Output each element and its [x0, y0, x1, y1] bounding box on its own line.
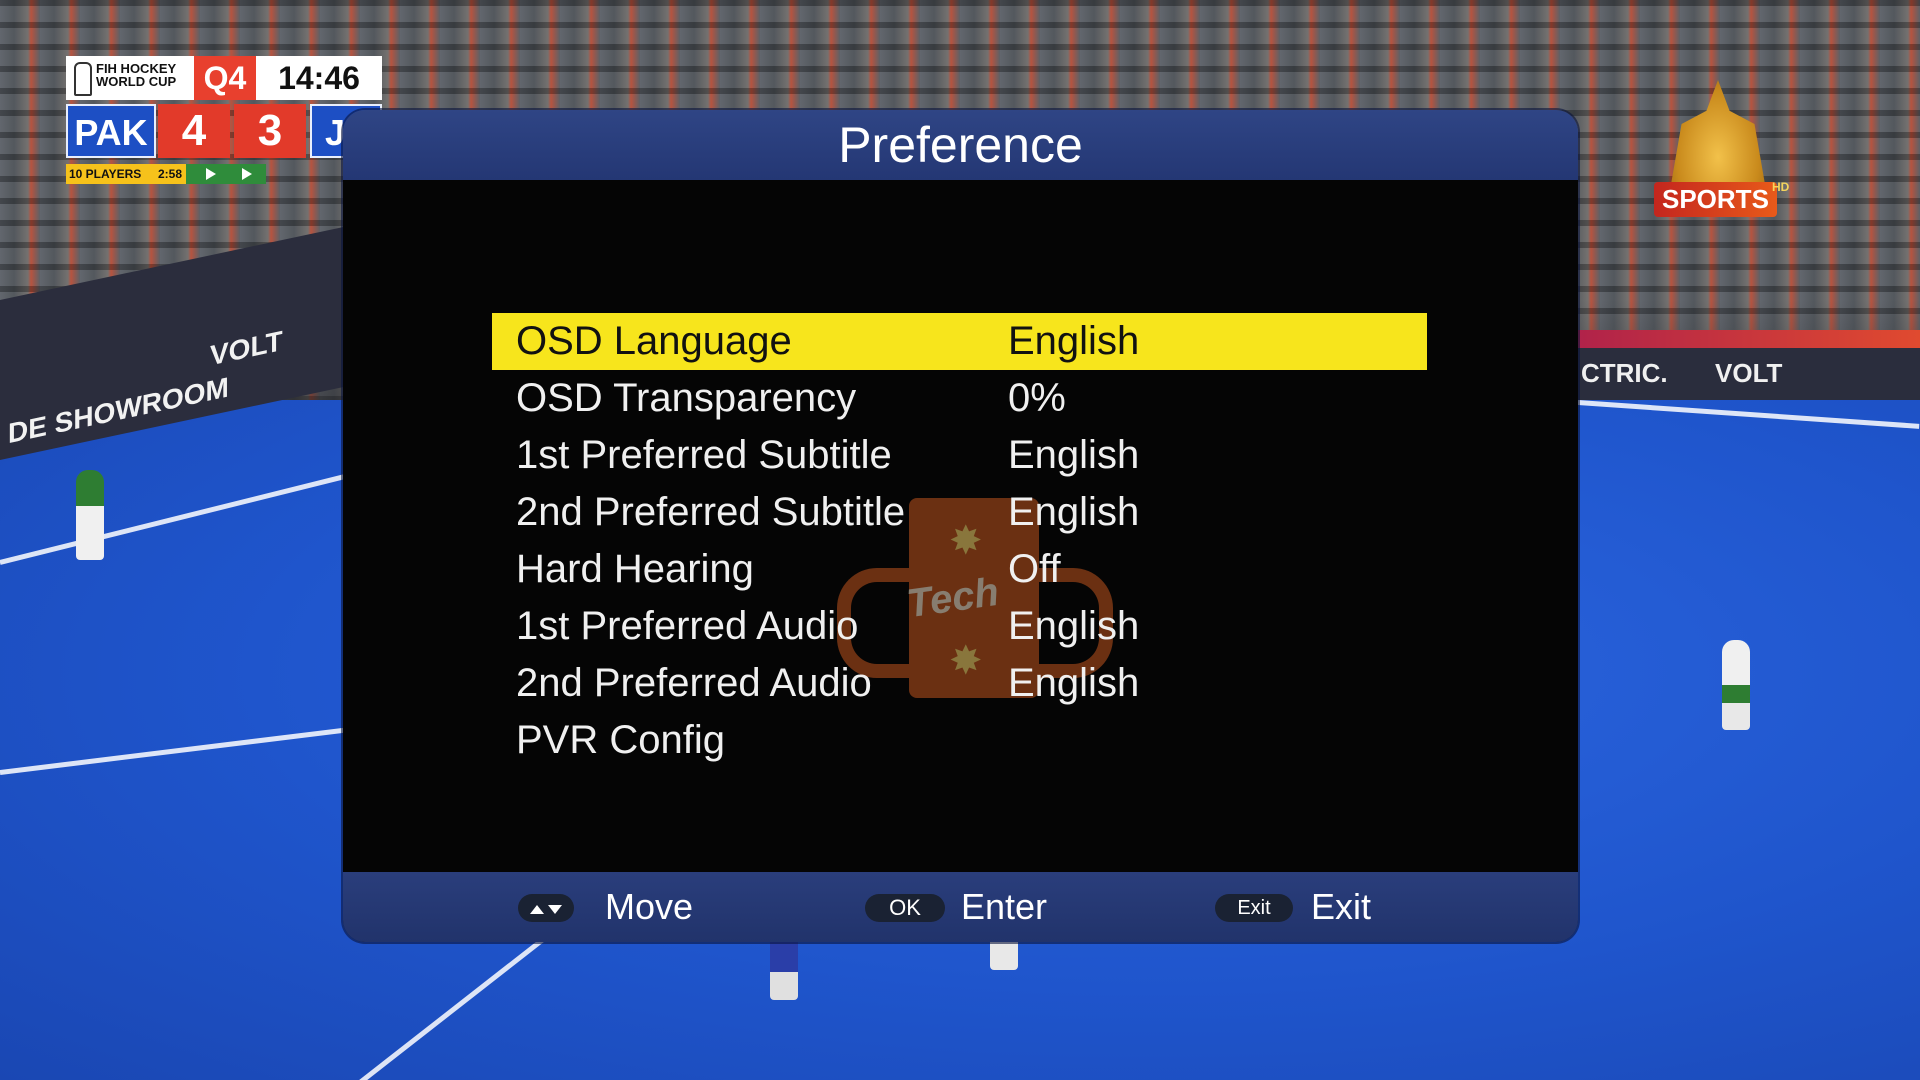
menu-item-1st-preferred-audio[interactable]: 1st Preferred Audio English — [492, 598, 1427, 655]
dialog-body: ✸ ✸ Tech OSD Language English OSD Transp… — [343, 180, 1578, 942]
channel-hd-badge: HD — [1772, 180, 1790, 194]
menu-item-hard-hearing[interactable]: Hard Hearing Off — [492, 541, 1427, 598]
home-score: 4 — [158, 104, 230, 158]
pitch-line — [1577, 400, 1920, 429]
menu-item-label: 1st Preferred Audio — [516, 604, 859, 648]
board-text: VOLT — [1715, 358, 1783, 388]
home-team: PAK — [66, 104, 156, 158]
board-text: VOLT — [210, 324, 283, 372]
menu-item-value: English — [1008, 319, 1140, 363]
play-icon — [206, 168, 216, 180]
quarter-indicator: Q4 — [194, 56, 256, 100]
channel-logo-text: SPORTS — [1654, 182, 1777, 217]
menu-item-label: OSD Language — [516, 319, 792, 363]
exit-hint-label: Exit — [1311, 886, 1372, 927]
trophy-icon — [74, 62, 92, 96]
channel-logo: SPORTS HD — [1648, 80, 1790, 230]
game-clock: 14:46 — [256, 56, 382, 100]
preference-dialog: Preference ✸ ✸ Tech OSD Language English… — [343, 110, 1578, 942]
away-score: 3 — [234, 104, 306, 158]
menu-item-value: English — [1008, 661, 1140, 705]
strip-time: 2:58 — [158, 167, 183, 181]
arrow-down-icon — [548, 904, 562, 914]
menu-item-label: 2nd Preferred Audio — [516, 661, 872, 705]
board-text: CTRIC. — [1581, 358, 1668, 388]
player-figure — [1722, 640, 1750, 730]
menu-item-value: English — [1008, 433, 1140, 477]
tv-screen: DE SHOWROOM VOLT CTRIC. VOLT FIH HOCKEY … — [0, 0, 1920, 1080]
menu-item-2nd-preferred-subtitle[interactable]: 2nd Preferred Subtitle English — [492, 484, 1427, 541]
menu-item-label: 2nd Preferred Subtitle — [516, 490, 906, 534]
menu-item-value: English — [1008, 604, 1140, 648]
move-hint-label: Move — [605, 886, 694, 927]
menu-item-value: 0% — [1008, 376, 1066, 420]
dialog-title: Preference — [838, 117, 1083, 173]
event-logo: FIH HOCKEY WORLD CUP — [66, 56, 194, 100]
preference-menu: OSD Language English OSD Transparency 0%… — [492, 313, 1427, 769]
enter-hint-label: Enter — [961, 886, 1048, 927]
crown-icon — [1670, 80, 1766, 190]
arrow-up-icon — [530, 904, 544, 914]
menu-item-label: 1st Preferred Subtitle — [516, 433, 892, 477]
exit-key-button[interactable]: Exit — [1215, 894, 1293, 922]
menu-item-2nd-preferred-audio[interactable]: 2nd Preferred Audio English — [492, 655, 1427, 712]
play-icon — [242, 168, 252, 180]
menu-item-label: PVR Config — [516, 718, 725, 762]
move-key-button[interactable] — [518, 894, 574, 922]
dialog-header: Preference — [343, 110, 1578, 180]
menu-item-osd-language[interactable]: OSD Language English — [492, 313, 1427, 370]
player-figure — [76, 470, 104, 560]
menu-item-osd-transparency[interactable]: OSD Transparency 0% — [492, 370, 1427, 427]
event-logo-text: FIH HOCKEY WORLD CUP — [96, 61, 177, 89]
menu-item-value: English — [1008, 490, 1140, 534]
player-status-strip: 10 PLAYERS 2:58 — [66, 164, 266, 184]
menu-item-value: Off — [1008, 547, 1061, 591]
menu-item-1st-preferred-subtitle[interactable]: 1st Preferred Subtitle English — [492, 427, 1427, 484]
advertising-board-right: CTRIC. VOLT — [1575, 348, 1920, 400]
menu-item-label: Hard Hearing — [516, 547, 754, 591]
menu-item-label: OSD Transparency — [516, 376, 857, 420]
dialog-footer: Move OK Enter Exit Exit — [343, 872, 1578, 942]
ok-key-button[interactable]: OK — [865, 894, 945, 922]
menu-item-pvr-config[interactable]: PVR Config — [492, 712, 1427, 769]
